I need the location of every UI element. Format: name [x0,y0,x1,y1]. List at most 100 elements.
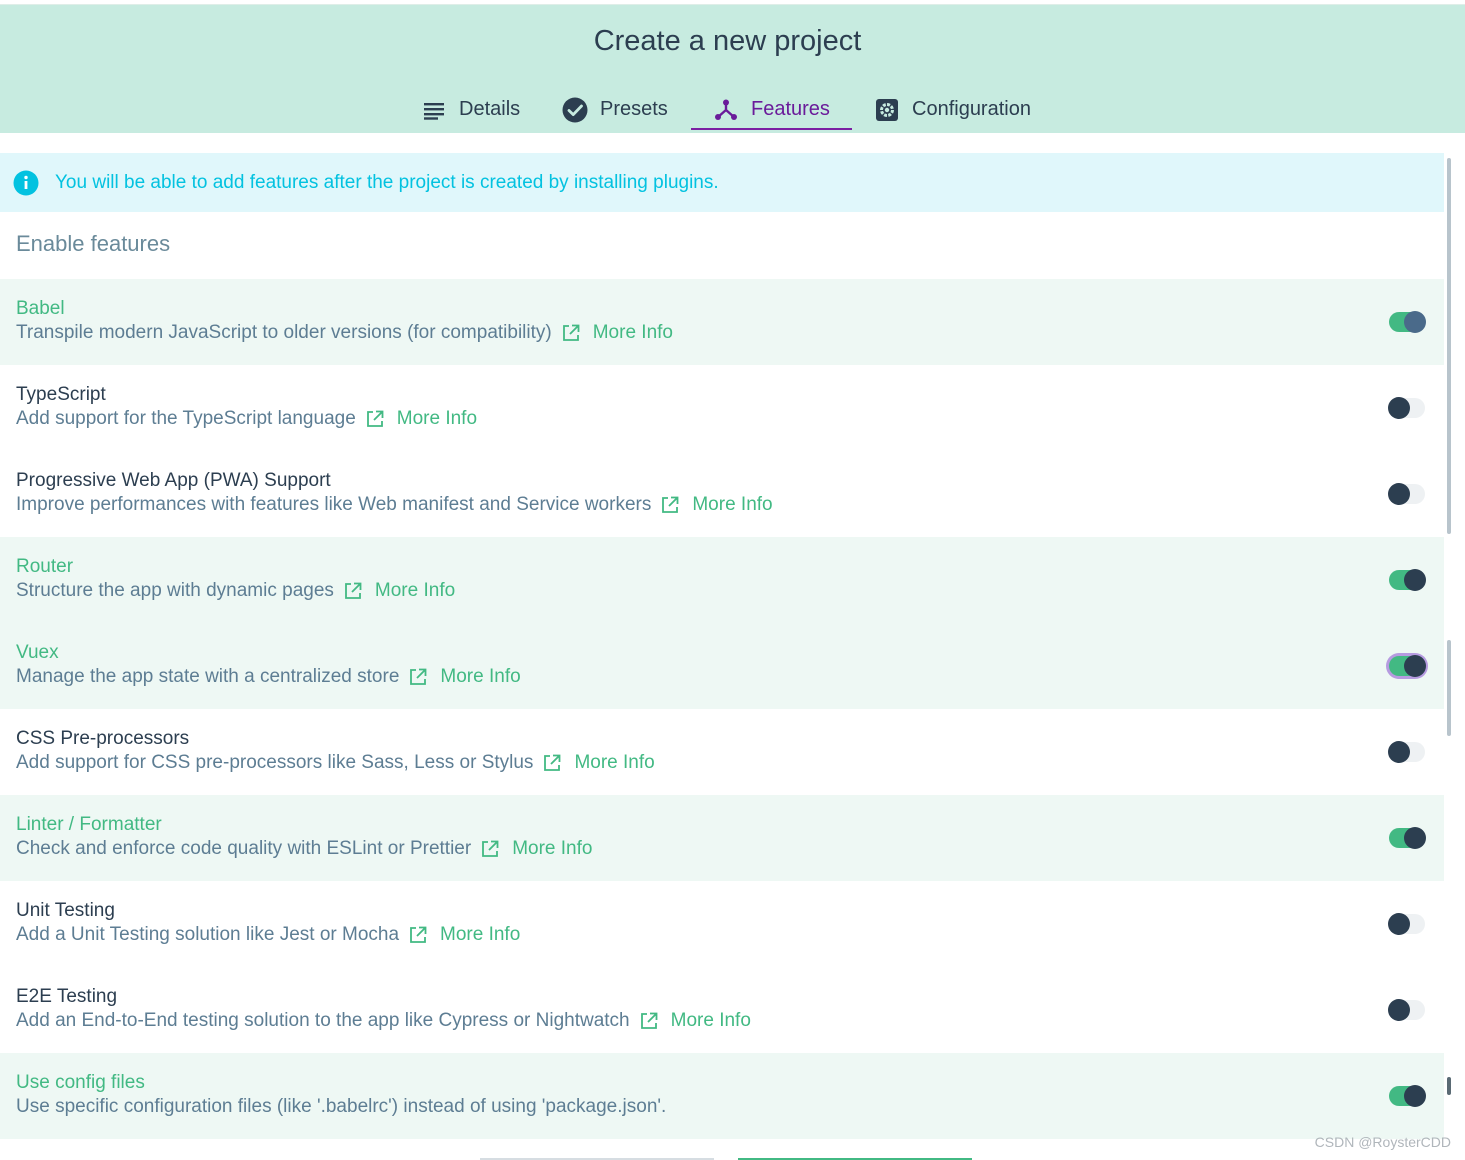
external-link-icon[interactable] [408,667,428,687]
more-info-link[interactable]: More Info [671,1010,751,1032]
more-info-link[interactable]: More Info [593,322,673,344]
toggle-knob [1404,827,1426,849]
gear-icon [874,97,900,123]
feature-name: Vuex [16,642,59,663]
external-link-icon[interactable] [660,495,680,515]
page-title: Create a new project [593,25,862,57]
feature-description: Improve performances with features like … [16,494,652,515]
external-link-icon[interactable] [343,581,363,601]
external-link-icon[interactable] [542,753,562,773]
info-icon [13,170,39,196]
toggle-knob [1404,1085,1426,1107]
feature-name: E2E Testing [16,986,118,1007]
more-info-link[interactable]: More Info [692,494,772,516]
tab-presets[interactable]: Presets [562,85,668,134]
toggle-knob [1388,397,1410,419]
more-info-link[interactable]: More Info [440,924,520,946]
toggle-knob [1388,483,1410,505]
tab-bar: Details Presets Features Configuration [0,85,1465,134]
feature-name: Linter / Formatter [16,814,162,835]
check-circle-icon [562,97,588,123]
feature-description: Add a Unit Testing solution like Jest or… [16,924,400,945]
scrollbar-thumb-secondary[interactable] [1447,640,1451,736]
feature-toggle[interactable] [1389,311,1426,333]
feature-toggle[interactable] [1388,999,1425,1021]
features-panel: You will be able to add features after t… [0,153,1444,1139]
feature-name: CSS Pre-processors [16,728,190,749]
feature-description: Add support for the TypeScript language [16,408,356,429]
tab-configuration[interactable]: Configuration [874,85,1031,134]
feature-description-line: Add a Unit Testing solution like Jest or… [16,924,520,946]
tab-details[interactable]: Details [421,85,520,134]
scrollbar-thumb[interactable] [1447,158,1451,534]
feature-name: Progressive Web App (PWA) Support [16,470,331,491]
feature-description: Check and enforce code quality with ESLi… [16,838,472,859]
feature-row[interactable]: TypeScript Add support for the TypeScript… [0,365,1444,451]
feature-description-line: Use specific configuration files (like '… [16,1096,666,1118]
active-tab-indicator [691,128,852,130]
scrollbar-end-marker [1447,1077,1451,1095]
external-link-icon[interactable] [561,323,581,343]
feature-description: Add support for CSS pre-processors like … [16,752,534,773]
tab-features-label: Features [751,98,830,120]
external-link-icon[interactable] [365,409,385,429]
feature-row[interactable]: Use config files Use specific configurati… [0,1053,1444,1139]
feature-name: TypeScript [16,384,106,405]
more-info-link[interactable]: More Info [512,838,592,860]
info-text: You will be able to add features after t… [55,171,719,193]
feature-description: Add an End-to-End testing solution to th… [16,1010,630,1031]
feature-row[interactable]: Babel Transpile modern JavaScript to olde… [0,279,1444,365]
feature-toggle[interactable] [1388,483,1425,505]
feature-toggle[interactable] [1389,1085,1426,1107]
header: Create a new project Details Presets Fea… [0,4,1465,133]
feature-row[interactable]: Unit Testing Add a Unit Testing solution … [0,881,1444,967]
feature-description-line: Improve performances with features like … [16,494,773,516]
external-link-icon[interactable] [408,925,428,945]
toggle-knob [1404,655,1426,677]
more-info-link[interactable]: More Info [375,580,455,602]
feature-row[interactable]: Router Structure the app with dynamic pag… [0,537,1444,623]
feature-row[interactable]: CSS Pre-processors Add support for CSS pr… [0,709,1444,795]
feature-description-line: Add an End-to-End testing solution to th… [16,1010,751,1032]
feature-row[interactable]: Vuex Manage the app state with a centrali… [0,623,1444,709]
feature-toggle[interactable] [1389,655,1426,677]
toggle-knob [1404,311,1426,333]
feature-description: Manage the app state with a centralized … [16,666,400,687]
feature-description-line: Check and enforce code quality with ESLi… [16,838,592,860]
toggle-knob [1388,741,1410,763]
feature-name: Unit Testing [16,900,115,921]
feature-row[interactable]: E2E Testing Add an End-to-End testing sol… [0,967,1444,1053]
more-info-link[interactable]: More Info [440,666,520,688]
feature-toggle[interactable] [1388,397,1425,419]
list-icon [421,97,447,123]
external-link-icon[interactable] [480,839,500,859]
more-info-link[interactable]: More Info [397,408,477,430]
feature-description-line: Structure the app with dynamic pages More… [16,580,455,602]
more-info-link[interactable]: More Info [574,752,654,774]
info-banner: You will be able to add features after t… [0,153,1444,212]
feature-toggle[interactable] [1388,913,1425,935]
feature-description-line: Manage the app state with a centralized … [16,666,521,688]
toggle-knob [1388,999,1410,1021]
feature-name: Router [16,556,74,577]
toggle-knob [1404,569,1426,591]
tab-presets-label: Presets [600,98,668,120]
feature-toggle[interactable] [1389,827,1426,849]
feature-description: Transpile modern JavaScript to older ver… [16,322,552,343]
tab-features[interactable]: Features [713,85,830,134]
feature-description-line: Add support for CSS pre-processors like … [16,752,655,774]
watermark: CSDN @RoysterCDD [1314,1134,1451,1150]
toggle-knob [1388,913,1410,935]
feature-description-line: Add support for the TypeScript language M… [16,408,477,430]
feature-description: Structure the app with dynamic pages [16,580,334,601]
feature-description: Use specific configuration files (like '… [16,1096,667,1117]
feature-toggle[interactable] [1388,741,1425,763]
external-link-icon[interactable] [639,1011,659,1031]
tab-configuration-label: Configuration [912,98,1031,120]
feature-row[interactable]: Progressive Web App (PWA) Support Improve… [0,451,1444,537]
section-title: Enable features [16,231,171,256]
feature-toggle[interactable] [1389,569,1426,591]
feature-name: Use config files [16,1072,145,1093]
feature-row[interactable]: Linter / Formatter Check and enforce code… [0,795,1444,881]
feature-name: Babel [16,298,65,319]
